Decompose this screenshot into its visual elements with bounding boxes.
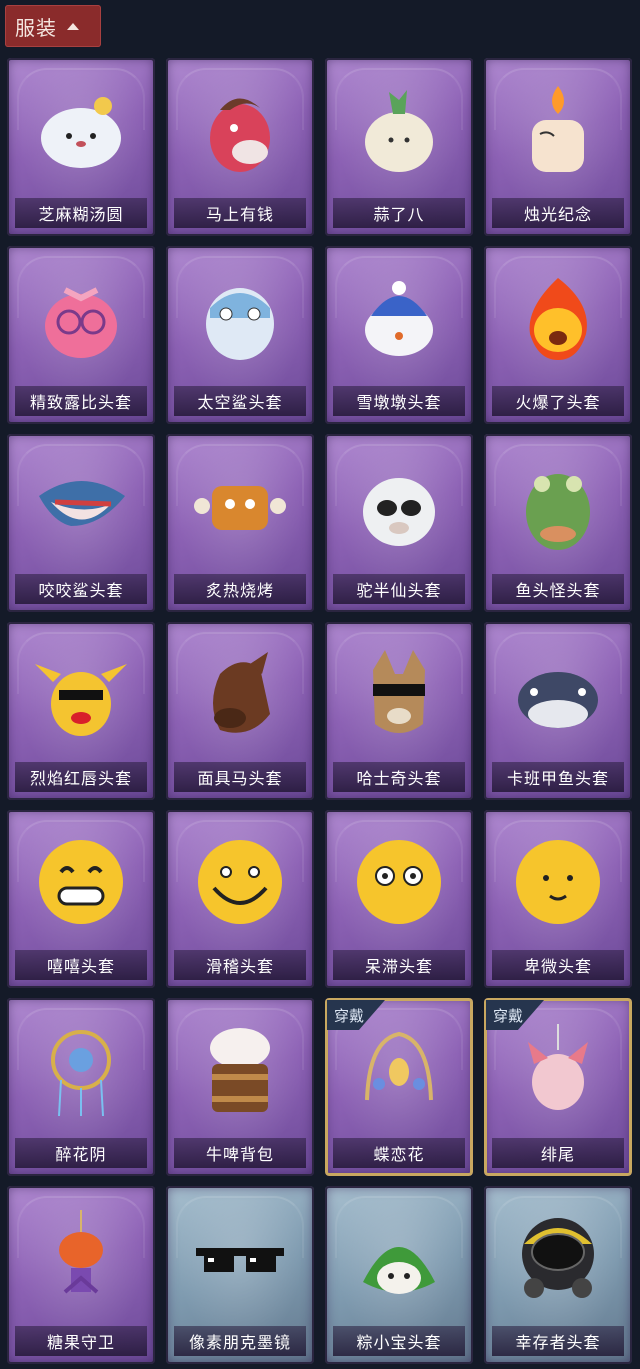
top-bar: 服装 [0,0,640,56]
costume-card[interactable]: 醉花阴 [7,998,155,1176]
costume-card[interactable]: 哈士奇头套 [325,622,473,800]
costume-label: 粽小宝头套 [333,1326,465,1356]
horse-mask-icon [190,80,290,180]
costume-card[interactable]: 卑微头套 [484,810,632,988]
blank-emoji-icon [349,832,449,932]
costume-label: 呆滞头套 [333,950,465,980]
snowman-icon [349,268,449,368]
costume-card[interactable]: 像素朋克墨镜 [166,1186,314,1364]
costume-label: 咬咬鲨头套 [15,574,147,604]
bbq-meat-icon [190,456,290,556]
beer-cow-backpack-icon [190,1020,290,1120]
funny-emoji-icon [190,832,290,932]
costume-label: 卑微头套 [492,950,624,980]
alpaca-sunglasses-icon [349,456,449,556]
costume-label: 卡班甲鱼头套 [492,762,624,792]
costume-card[interactable]: 穿戴 绯尾 [484,998,632,1176]
fish-head-icon [508,456,608,556]
costume-label: 太空鲨头套 [174,386,306,416]
costume-card[interactable]: 精致露比头套 [7,246,155,424]
costume-card[interactable]: 粽小宝头套 [325,1186,473,1364]
costume-card[interactable]: 驼半仙头套 [325,434,473,612]
butterfly-crown-icon [349,1020,449,1120]
costume-label: 雪墩墩头套 [333,386,465,416]
costume-card[interactable]: 芝麻糊汤圆 [7,58,155,236]
costume-card[interactable]: 太空鲨头套 [166,246,314,424]
costume-label: 马上有钱 [174,198,306,228]
rice-ball-icon [31,80,131,180]
costume-card[interactable]: 穿戴 蝶恋花 [325,998,473,1176]
costume-label: 滑稽头套 [174,950,306,980]
costume-card[interactable]: 滑稽头套 [166,810,314,988]
costume-card[interactable]: 炙热烧烤 [166,434,314,612]
costume-label: 糖果守卫 [15,1326,147,1356]
gas-mask-icon [508,1208,608,1308]
humble-emoji-icon [508,832,608,932]
costume-label: 驼半仙头套 [333,574,465,604]
costume-card[interactable]: 卡班甲鱼头套 [484,622,632,800]
costume-card[interactable]: 雪墩墩头套 [325,246,473,424]
costume-grid: 芝麻糊汤圆 马上有钱 蒜了八 烛光纪念精致露比头套 太空鲨头套 雪墩墩头套 火爆了头套咬咬鲨… [7,58,633,1364]
costume-label: 像素朋克墨镜 [174,1326,306,1356]
costume-card[interactable]: 糖果守卫 [7,1186,155,1364]
husky-icon [349,644,449,744]
costume-label: 嘻嘻头套 [15,950,147,980]
costume-label: 烈焰红唇头套 [15,762,147,792]
catfish-icon [508,644,608,744]
costume-card[interactable]: 烈焰红唇头套 [7,622,155,800]
chevron-up-icon [67,22,79,30]
costume-card[interactable]: 幸存者头套 [484,1186,632,1364]
costume-label: 芝麻糊汤圆 [15,198,147,228]
pumpkin-doll-icon [31,1208,131,1308]
costume-label: 蒜了八 [333,198,465,228]
costume-label: 炙热烧烤 [174,574,306,604]
costume-card[interactable]: 马上有钱 [166,58,314,236]
space-shark-icon [190,268,290,368]
costume-label: 牛啤背包 [174,1138,306,1168]
costume-card[interactable]: 火爆了头套 [484,246,632,424]
costume-card[interactable]: 蒜了八 [325,58,473,236]
costume-label: 火爆了头套 [492,386,624,416]
costume-card[interactable]: 鱼头怪头套 [484,434,632,612]
costume-label: 烛光纪念 [492,198,624,228]
costume-label: 鱼头怪头套 [492,574,624,604]
costume-card[interactable]: 嘻嘻头套 [7,810,155,988]
costume-card[interactable]: 呆滞头套 [325,810,473,988]
costume-label: 醉花阴 [15,1138,147,1168]
costume-label: 蝶恋花 [333,1138,465,1168]
yellow-mouse-icon [31,644,131,744]
fox-pendant-icon [508,1020,608,1120]
horse-head-icon [190,644,290,744]
costume-label: 绯尾 [492,1138,624,1168]
costume-label: 精致露比头套 [15,386,147,416]
pink-beaver-icon [31,268,131,368]
costume-label: 面具马头套 [174,762,306,792]
section-label: 服装 [15,15,57,40]
zongzi-icon [349,1208,449,1308]
garlic-icon [349,80,449,180]
fire-spirit-icon [508,268,608,368]
costume-label: 幸存者头套 [492,1326,624,1356]
shark-icon [31,456,131,556]
costume-card[interactable]: 牛啤背包 [166,998,314,1176]
pixel-sunglasses-icon [190,1208,290,1308]
costume-card[interactable]: 面具马头套 [166,622,314,800]
flower-hairpin-icon [31,1020,131,1120]
costume-label: 哈士奇头套 [333,762,465,792]
costume-card[interactable]: 烛光纪念 [484,58,632,236]
section-toggle-button[interactable]: 服装 [5,5,101,47]
costume-card[interactable]: 咬咬鲨头套 [7,434,155,612]
grin-emoji-icon [31,832,131,932]
candle-icon [508,80,608,180]
